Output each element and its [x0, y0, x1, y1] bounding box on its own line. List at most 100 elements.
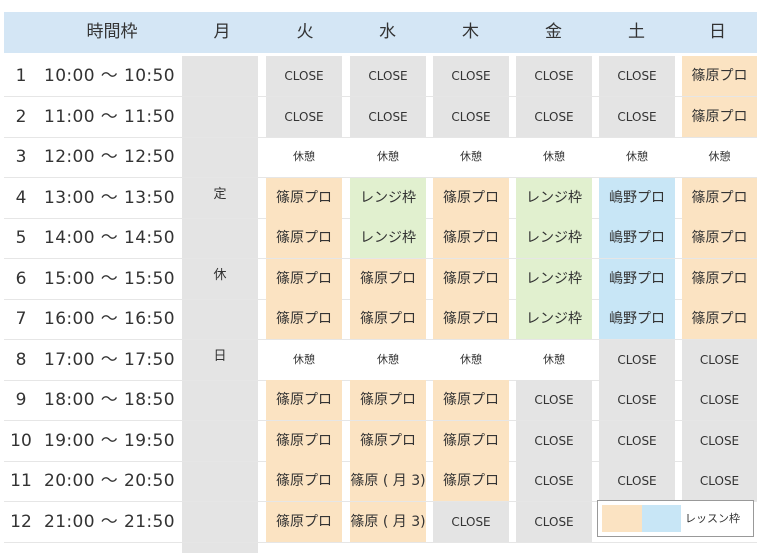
schedule-cell: CLOSE [433, 56, 509, 96]
table-row: 11 20:00 ～ 20:50 篠原プロ 篠原 ( 月 3) 篠原プロ CLOSE CLO… [4, 461, 757, 502]
header-day-mon: 月 [213, 22, 231, 42]
schedule-cell: レンジ枠 [516, 177, 592, 218]
header-time-slot: 時間枠 [86, 22, 138, 42]
schedule-cell: CLOSE [350, 96, 426, 137]
schedule-cell: 休憩 [293, 352, 315, 366]
schedule-cell: 嶋野プロ [599, 218, 675, 258]
schedule-cell: レンジ枠 [516, 258, 592, 299]
schedule-cell: 篠原プロ [682, 56, 757, 96]
schedule-cell: 休憩 [460, 352, 482, 366]
table-row: 5 14:00 ～ 14:50 篠原プロ レンジ枠 篠原プロ レンジ枠 嶋野プロ 篠原プロ [4, 218, 757, 259]
legend-label: レッスン枠 [685, 512, 740, 525]
header-day-sun: 日 [709, 22, 726, 42]
schedule-cell: レンジ枠 [350, 218, 426, 258]
row-number: 5 [15, 228, 27, 248]
schedule-cell: 篠原プロ [266, 218, 342, 258]
schedule-cell: CLOSE [682, 461, 757, 501]
time-slot: 13:00 ～ 13:50 [44, 187, 175, 208]
row-number: 1 [15, 66, 27, 86]
schedule-cell: 篠原プロ [266, 461, 342, 501]
time-slot: 15:00 ～ 15:50 [44, 268, 175, 289]
schedule-cell: 篠原プロ [433, 299, 509, 339]
schedule-cell: CLOSE [599, 461, 675, 501]
schedule-cell: 篠原プロ [266, 420, 342, 461]
schedule-cell: 篠原プロ [682, 218, 757, 258]
schedule-cell: CLOSE [682, 339, 757, 380]
row-number: 6 [15, 268, 27, 289]
table-row: 7 16:00 ～ 16:50 篠原プロ 篠原プロ 篠原プロ レンジ枠 嶋野プロ 篠原プロ [4, 299, 757, 340]
table-row: 4 13:00 ～ 13:50 篠原プロ レンジ枠 篠原プロ レンジ枠 嶋野プロ 篠原プロ [4, 177, 757, 219]
schedule-cell: CLOSE [599, 56, 675, 96]
schedule-cell: CLOSE [516, 461, 592, 501]
row-number: 12 [10, 511, 32, 532]
table-row: 9 18:00 ～ 18:50 篠原プロ 篠原プロ 篠原プロ CLOSE CLOSE CLOS… [4, 380, 757, 421]
time-slot: 12:00 ～ 12:50 [44, 147, 175, 167]
schedule-cell: 嶋野プロ [599, 177, 675, 218]
time-slot: 20:00 ～ 20:50 [44, 471, 175, 491]
schedule-cell: レンジ枠 [516, 218, 592, 258]
schedule-cell: 休憩 [377, 352, 399, 366]
legend-swatch-blue [642, 505, 681, 532]
header-day-fri: 金 [545, 22, 562, 42]
schedule-cell: 休憩 [626, 150, 648, 163]
schedule-cell: 休憩 [543, 352, 565, 366]
header-day-wed: 水 [379, 22, 396, 42]
schedule-cell: レンジ枠 [516, 299, 592, 339]
time-slot: 11:00 ～ 11:50 [44, 106, 175, 127]
schedule-cell: 篠原プロ [266, 501, 342, 542]
schedule-cell: CLOSE [350, 56, 426, 96]
table-row: 1 10:00 ～ 10:50 CLOSE CLOSE CLOSE CLOSE CLOSE 篠… [4, 56, 757, 97]
schedule-cell: CLOSE [682, 420, 757, 461]
row-number: 10 [10, 430, 32, 451]
schedule-cell: CLOSE [433, 96, 509, 137]
schedule-cell: 篠原プロ [433, 177, 509, 218]
row-number: 7 [15, 309, 27, 329]
schedule-cell: 嶋野プロ [599, 299, 675, 339]
table-row: 6 15:00 ～ 15:50 篠原プロ 篠原プロ 篠原プロ レンジ枠 嶋野プロ 篠原プロ [4, 258, 757, 300]
time-slot: 17:00 ～ 17:50 [44, 349, 175, 370]
schedule-cell: 嶋野プロ [599, 258, 675, 299]
schedule-cell: 篠原プロ [266, 380, 342, 420]
schedule-cell: 休憩 [460, 150, 482, 163]
schedule-cell: 篠原プロ [682, 96, 757, 137]
row-number: 11 [10, 471, 32, 491]
schedule-cell: 休憩 [708, 150, 731, 163]
schedule-cell: 休憩 [377, 150, 399, 163]
schedule-cell: 篠原プロ [350, 420, 426, 461]
schedule-cell: CLOSE [516, 501, 592, 542]
row-number: 8 [15, 349, 27, 370]
schedule-cell: 篠原プロ [266, 299, 342, 339]
time-slot: 16:00 ～ 16:50 [44, 309, 175, 329]
schedule-cell: CLOSE [516, 56, 592, 96]
header-day-tue: 火 [296, 22, 314, 42]
time-slot: 14:00 ～ 14:50 [44, 228, 175, 248]
schedule-cell: CLOSE [599, 380, 675, 420]
schedule-cell: CLOSE [266, 96, 342, 137]
schedule-cell: CLOSE [516, 96, 592, 137]
table-row: 8 17:00 ～ 17:50 休憩 休憩 休憩 休憩 CLOSE CLOSE [4, 339, 757, 381]
table-row: 3 12:00 ～ 12:50 休憩 休憩 休憩 休憩 休憩 休憩 [4, 137, 757, 178]
schedule-cell: 篠原プロ [266, 258, 342, 299]
schedule-cell: 篠原プロ [350, 380, 426, 420]
schedule-cell: 篠原 ( 月 3) [350, 461, 426, 501]
schedule-cell: 篠原プロ [433, 420, 509, 461]
schedule-cell: 篠原プロ [350, 258, 426, 299]
schedule-cell: 篠原プロ [682, 258, 757, 299]
table-row: 2 11:00 ～ 11:50 CLOSE CLOSE CLOSE CLOSE CLOSE 篠… [4, 96, 757, 138]
table-row: 10 19:00 ～ 19:50 篠原プロ 篠原プロ 篠原プロ CLOSE CLOSE CLO… [4, 420, 757, 462]
row-number: 2 [15, 106, 27, 127]
legend: レッスン枠 [597, 500, 754, 537]
row-number: 4 [15, 187, 27, 208]
row-number: 9 [15, 390, 27, 410]
time-slot: 21:00 ～ 21:50 [44, 511, 175, 532]
schedule-cell: CLOSE [433, 501, 509, 542]
schedule-cell: 篠原プロ [433, 258, 509, 299]
schedule-cell: 篠原プロ [266, 177, 342, 218]
schedule-cell: CLOSE [682, 380, 757, 420]
time-slot: 19:00 ～ 19:50 [44, 430, 175, 451]
schedule-cell: CLOSE [599, 420, 675, 461]
schedule-cell: CLOSE [516, 380, 592, 420]
schedule-cell: CLOSE [599, 339, 675, 380]
schedule-cell: 篠原プロ [433, 380, 509, 420]
header-day-thu: 木 [462, 22, 479, 42]
